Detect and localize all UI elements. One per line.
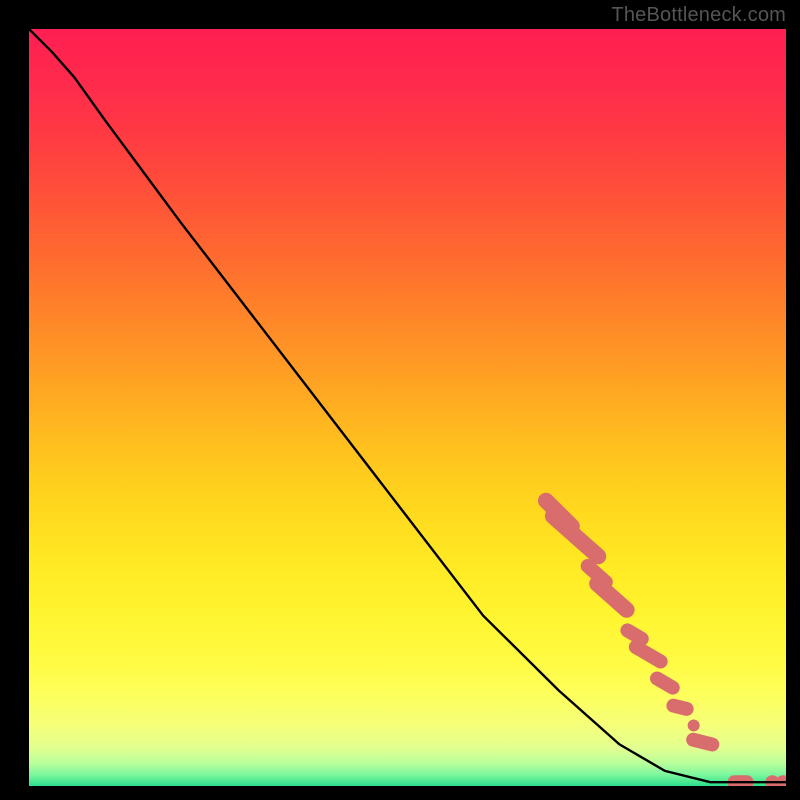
data-marker xyxy=(657,678,673,687)
watermark-text: TheBottleneck.com xyxy=(611,4,786,27)
data-marker xyxy=(688,719,700,731)
plot-background xyxy=(29,29,786,786)
data-marker xyxy=(693,740,712,745)
bottleneck-chart xyxy=(0,0,800,800)
chart-stage: { "watermark": "TheBottleneck.com", "plo… xyxy=(0,0,800,800)
data-marker xyxy=(627,630,641,638)
data-marker xyxy=(673,706,686,709)
